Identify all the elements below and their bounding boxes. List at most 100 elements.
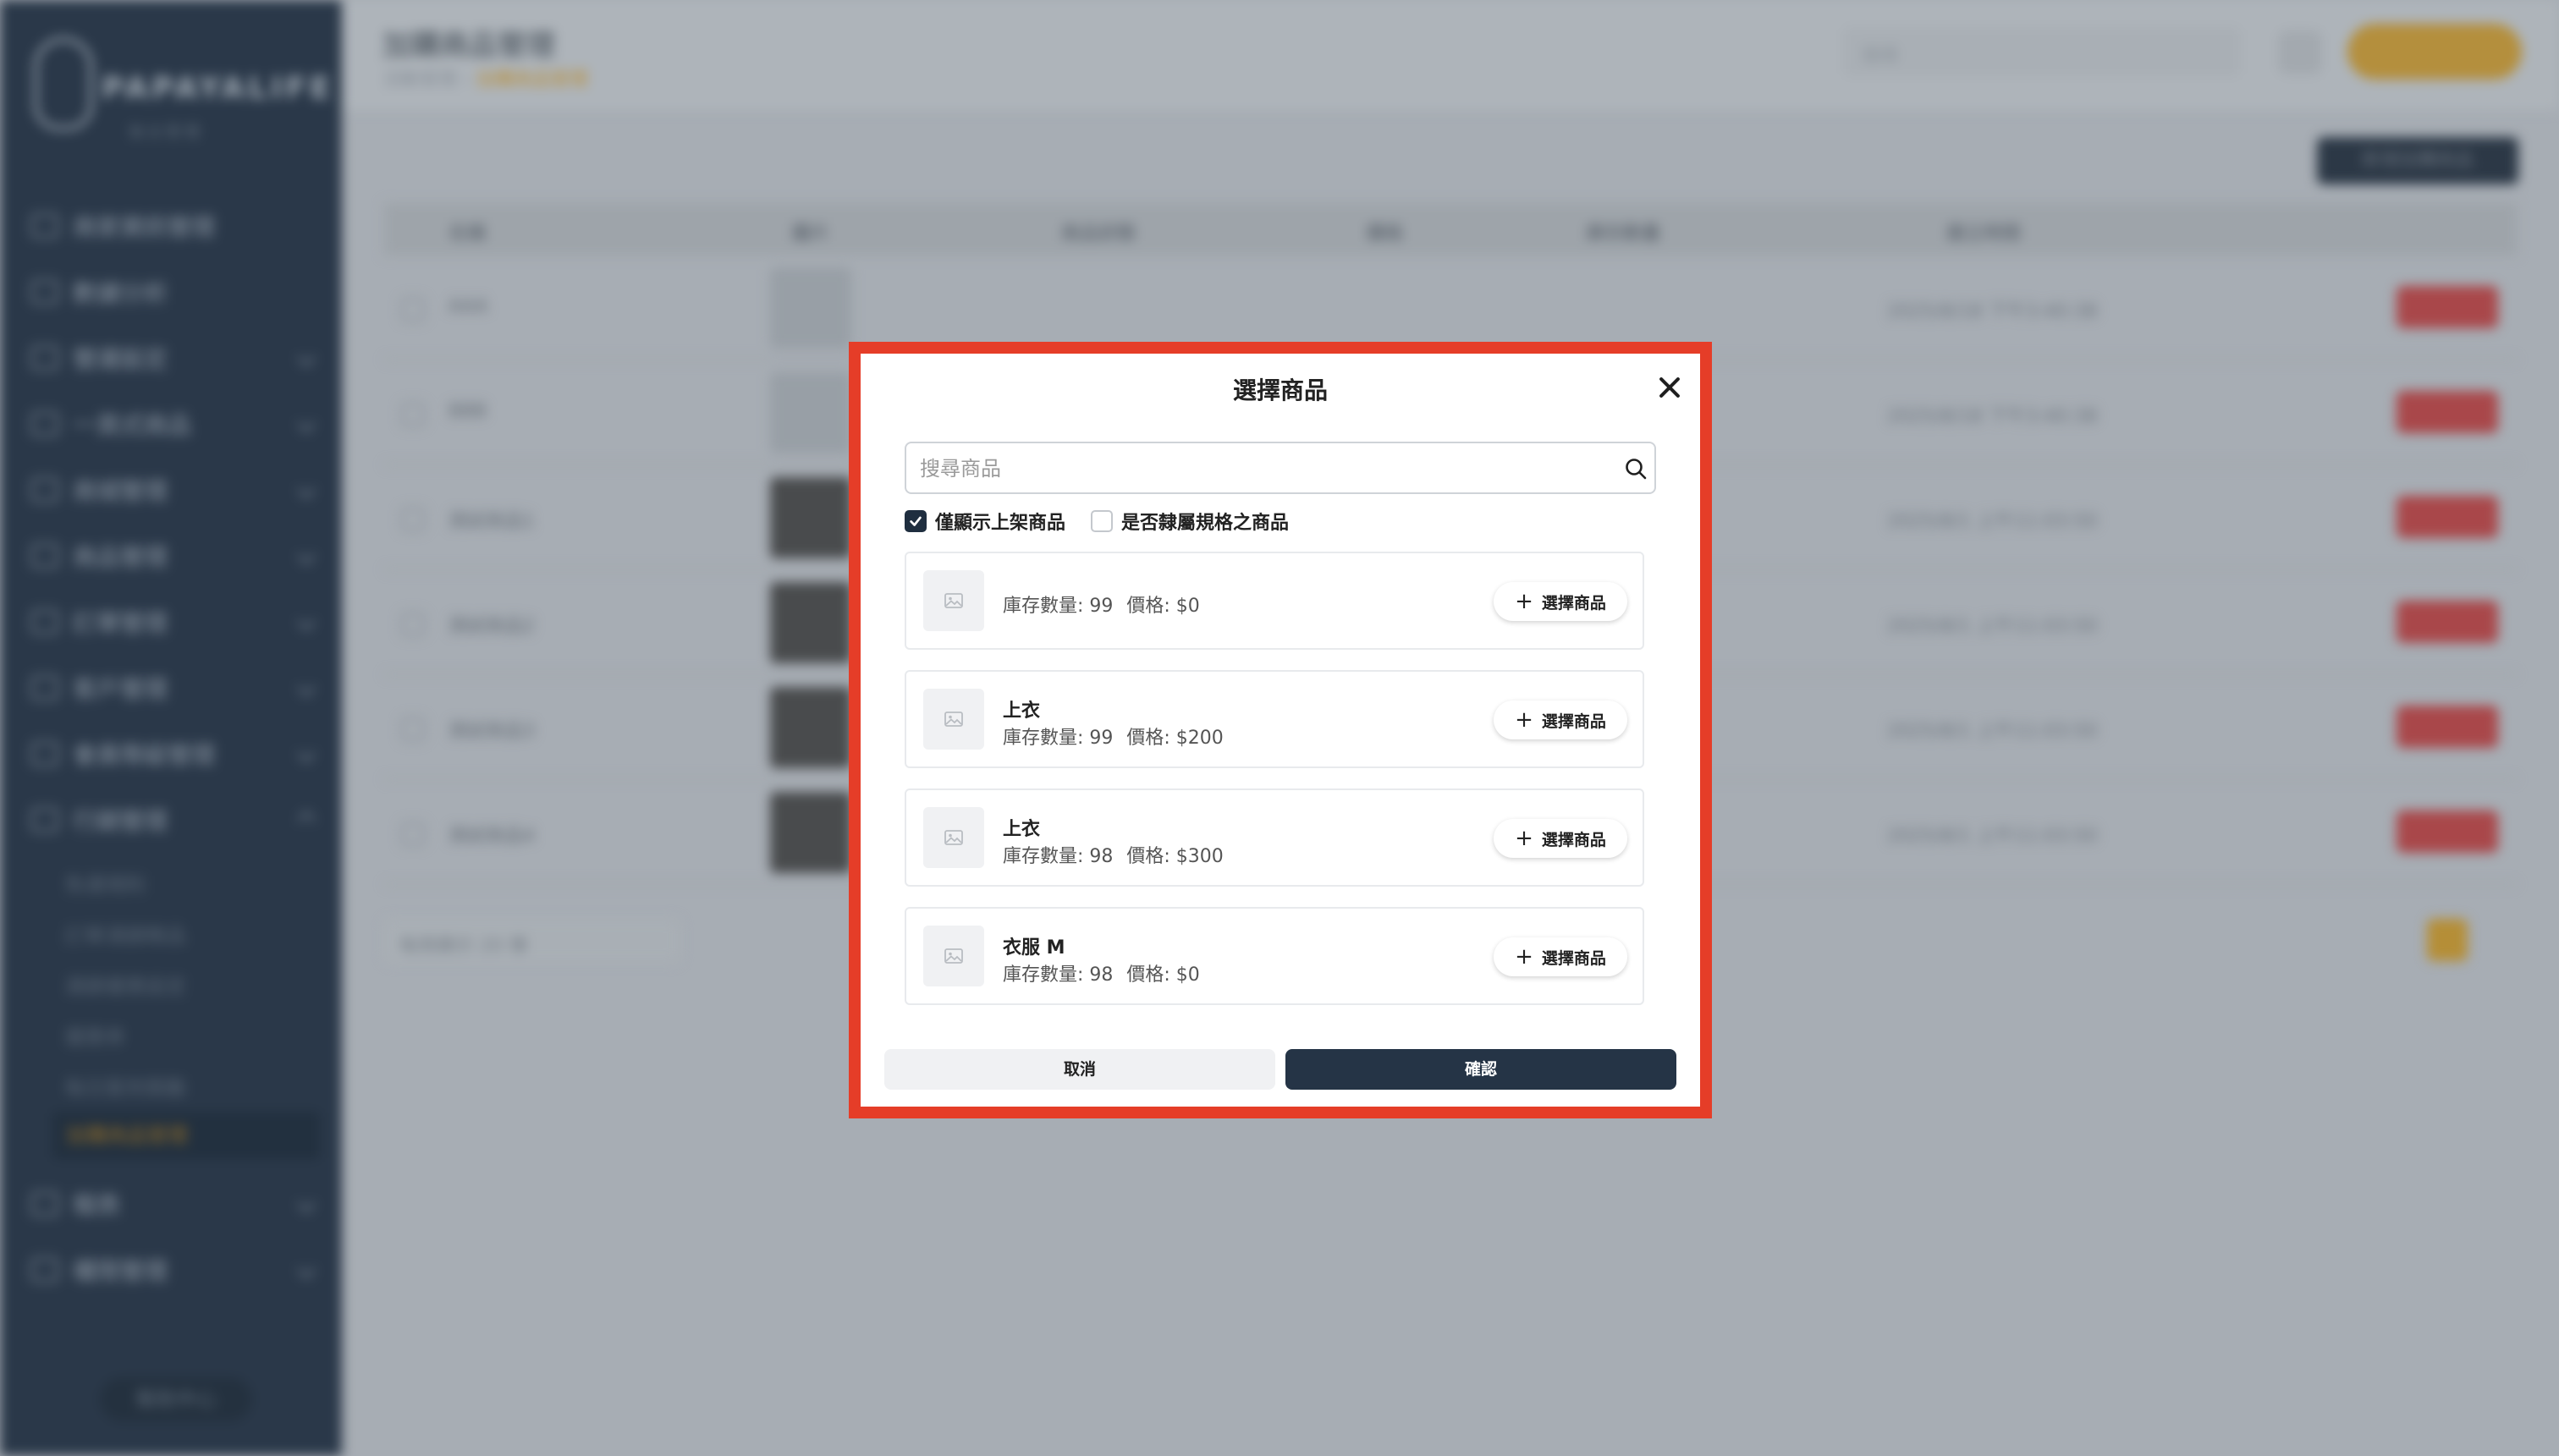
delete-button[interactable] bbox=[2397, 706, 2498, 748]
sidebar-item-member-levels[interactable]: 會員等級管理 bbox=[30, 733, 318, 775]
chart-icon bbox=[30, 279, 59, 305]
published-only-checkbox[interactable] bbox=[905, 510, 927, 532]
column-header: 價格 bbox=[1366, 223, 1404, 244]
stock-text: 庫存數量: 99 bbox=[1003, 596, 1114, 617]
sidebar-item-marketing[interactable]: 行銷管理 bbox=[30, 799, 318, 841]
product-meta: 庫存數量: 98 價格: $300 bbox=[1003, 841, 1224, 868]
confirm-button[interactable]: 確認 bbox=[1285, 1049, 1676, 1090]
row-checkbox[interactable] bbox=[401, 717, 425, 741]
published-only-label[interactable]: 僅顯示上架商品 bbox=[935, 508, 1065, 535]
product-thumbnail bbox=[770, 372, 851, 453]
sidebar-item-store-info[interactable]: 商家資訊管理 bbox=[30, 205, 318, 247]
select-product-button[interactable]: + 選擇商品 bbox=[1494, 582, 1627, 621]
delete-button[interactable] bbox=[2397, 286, 2498, 328]
delete-button[interactable] bbox=[2397, 810, 2498, 853]
sidebar-item-operations[interactable]: 營運設定 bbox=[30, 337, 318, 379]
select-product-button[interactable]: + 選擇商品 bbox=[1494, 701, 1627, 739]
sidebar-item-analytics[interactable]: 數據分析 bbox=[30, 271, 318, 313]
variant-products-label[interactable]: 是否隸屬規格之商品 bbox=[1121, 508, 1289, 535]
product-meta: 庫存數量: 99 價格: $0 bbox=[1003, 591, 1200, 618]
row-checkbox[interactable] bbox=[401, 508, 425, 531]
product-image-placeholder bbox=[923, 926, 984, 986]
product-title: 上衣 bbox=[1003, 819, 1041, 840]
shop-icon bbox=[30, 477, 59, 503]
chevron-down-icon bbox=[296, 480, 316, 500]
lock-icon bbox=[30, 1257, 59, 1283]
product-thumbnail bbox=[770, 477, 851, 558]
page-title: 加購商品管理 bbox=[382, 29, 555, 63]
pagination-current[interactable] bbox=[2427, 919, 2468, 961]
row-checkbox[interactable] bbox=[401, 403, 425, 426]
close-icon[interactable] bbox=[1653, 371, 1687, 404]
stock-text: 庫存數量: 98 bbox=[1003, 846, 1114, 867]
product-search-input[interactable] bbox=[920, 453, 1614, 484]
delete-button[interactable] bbox=[2397, 601, 2498, 643]
submenu-item[interactable]: 每日簽到獎勵 bbox=[64, 1071, 186, 1101]
submenu-item[interactable]: 訂單滿額贈品 bbox=[64, 919, 186, 948]
settings-icon bbox=[30, 345, 59, 371]
plus-icon: + bbox=[1515, 944, 1533, 970]
brand-logo: PAPAYALIFE 後台管理 bbox=[34, 37, 330, 147]
stock-text: 庫存數量: 99 bbox=[1003, 728, 1114, 749]
product-search-field[interactable] bbox=[905, 442, 1656, 494]
top-search-input[interactable]: 搜尋 bbox=[1843, 27, 2241, 76]
sidebar-item-onepage[interactable]: 一頁式商品 bbox=[30, 403, 318, 445]
image-icon bbox=[944, 948, 963, 964]
chevron-down-icon bbox=[296, 612, 316, 632]
select-product-button[interactable]: + 選擇商品 bbox=[1494, 819, 1627, 858]
sidebar-item-reports[interactable]: 報表 bbox=[30, 1183, 318, 1225]
page-size-select[interactable]: 每頁顯示 20 筆 bbox=[384, 919, 680, 963]
delete-button[interactable] bbox=[2397, 391, 2498, 433]
image-icon bbox=[944, 830, 963, 845]
product-list-item: 上衣 庫存數量: 98 價格: $300 + 選擇商品 bbox=[905, 788, 1644, 887]
price-text: 價格: $0 bbox=[1126, 596, 1200, 617]
sidebar-item-products[interactable]: 商品管理 bbox=[30, 535, 318, 577]
chevron-up-icon bbox=[296, 810, 316, 830]
user-menu-button[interactable] bbox=[2347, 24, 2522, 80]
submenu-item-active[interactable]: 加購商品管理 bbox=[52, 1112, 320, 1159]
product-list-item: 衣服 M 庫存數量: 98 價格: $0 + 選擇商品 bbox=[905, 907, 1644, 1005]
chevron-down-icon bbox=[296, 1194, 316, 1214]
add-addon-product-button[interactable]: 新增加購商品 bbox=[2317, 137, 2518, 184]
variant-products-checkbox[interactable] bbox=[1091, 510, 1114, 532]
report-icon bbox=[30, 1191, 59, 1217]
page-icon bbox=[30, 411, 59, 437]
breadcrumb: 活動管理 › 加購商品管理 bbox=[382, 64, 588, 91]
plus-icon: + bbox=[1515, 589, 1533, 614]
submenu-item[interactable]: 優惠券 bbox=[64, 1020, 125, 1050]
cancel-button[interactable]: 取消 bbox=[884, 1049, 1275, 1090]
plus-icon: + bbox=[1515, 826, 1533, 851]
chevron-down-icon bbox=[296, 348, 316, 368]
breadcrumb-item[interactable]: 活動管理 bbox=[382, 69, 457, 91]
modal-title: 選擇商品 bbox=[1232, 376, 1328, 404]
plus-icon: + bbox=[1515, 707, 1533, 733]
level-icon bbox=[30, 741, 59, 766]
price-text: 價格: $300 bbox=[1126, 846, 1224, 867]
product-title: 衣服 M bbox=[1003, 937, 1065, 959]
filter-options: 僅顯示上架商品 是否隸屬規格之商品 bbox=[905, 504, 1314, 538]
row-checkbox[interactable] bbox=[401, 822, 425, 846]
column-header: 庫存數量 bbox=[1586, 223, 1661, 244]
submenu-item[interactable]: 免運規則 bbox=[64, 868, 146, 898]
product-image-placeholder bbox=[923, 570, 984, 631]
submenu-item[interactable]: 滿額優惠設定 bbox=[64, 970, 186, 999]
select-product-button[interactable]: + 選擇商品 bbox=[1494, 937, 1627, 976]
product-title: 上衣 bbox=[1003, 701, 1041, 722]
column-header: 名稱 bbox=[449, 223, 487, 244]
column-header: 圖片 bbox=[792, 223, 830, 244]
chevron-down-icon bbox=[296, 546, 316, 566]
row-checkbox[interactable] bbox=[401, 613, 425, 636]
sidebar-item-customers[interactable]: 客戶管理 bbox=[30, 667, 318, 709]
order-icon bbox=[30, 609, 59, 635]
search-icon[interactable] bbox=[1624, 457, 1648, 481]
help-center-button[interactable]: 幫助中心 bbox=[100, 1377, 252, 1421]
image-icon bbox=[944, 593, 963, 608]
sidebar-item-permissions[interactable]: 權限管理 bbox=[30, 1249, 318, 1291]
product-thumbnail bbox=[770, 687, 851, 768]
chevron-down-icon bbox=[296, 678, 316, 698]
sidebar-item-orders[interactable]: 訂單管理 bbox=[30, 601, 318, 643]
sidebar-item-mall[interactable]: 商城管理 bbox=[30, 469, 318, 511]
notification-icon[interactable] bbox=[2278, 30, 2322, 74]
delete-button[interactable] bbox=[2397, 496, 2498, 538]
row-checkbox[interactable] bbox=[401, 298, 425, 321]
